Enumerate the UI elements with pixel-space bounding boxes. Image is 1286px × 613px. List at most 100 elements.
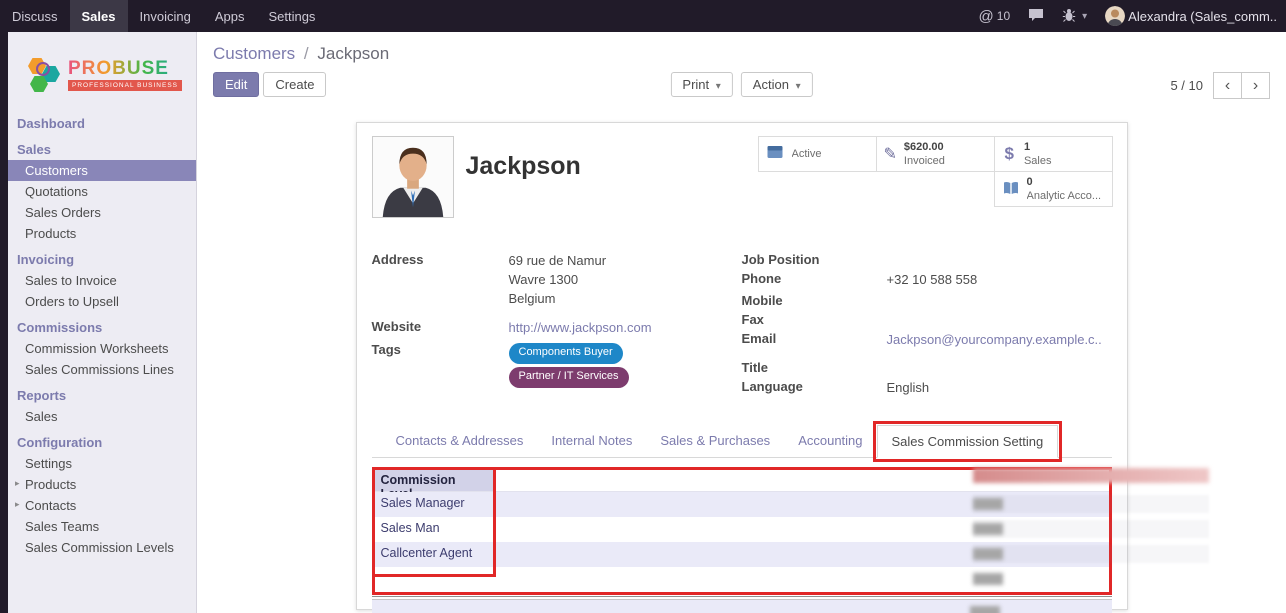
table-header-row: Commission Level xyxy=(375,470,1109,492)
sidebar-header-invoicing[interactable]: Invoicing xyxy=(8,249,196,270)
invoiced-value: $620.00 xyxy=(904,141,944,153)
dollar-icon: $ xyxy=(1002,144,1017,164)
breadcrumb-separator: / xyxy=(300,44,313,63)
menu-settings[interactable]: Settings xyxy=(256,0,327,32)
create-button[interactable]: Create xyxy=(263,72,326,97)
sidebar-header-sales[interactable]: Sales xyxy=(8,139,196,160)
sidebar-item-settings[interactable]: Settings xyxy=(8,453,196,474)
tab-accounting[interactable]: Accounting xyxy=(784,425,876,457)
sidebar-header-dashboard[interactable]: Dashboard xyxy=(8,113,196,134)
mentions-button[interactable]: @ 10 xyxy=(970,0,1020,32)
print-dropdown-button[interactable]: Print ▾ xyxy=(670,72,732,97)
sidebar-header-configuration[interactable]: Configuration xyxy=(8,432,196,453)
breadcrumb-customers-link[interactable]: Customers xyxy=(213,44,295,63)
sidebar-item-sales-orders[interactable]: Sales Orders xyxy=(8,202,196,223)
main-panel: Customers / Jackpson Edit Create Print ▾… xyxy=(197,32,1286,613)
ledger-book-icon xyxy=(1002,180,1020,199)
table-row[interactable]: Sales Man xyxy=(375,517,1109,542)
sidebar-item-sales-commission-levels[interactable]: Sales Commission Levels xyxy=(8,537,196,558)
print-label: Print xyxy=(682,77,709,92)
website-label: Website xyxy=(372,319,509,338)
sidebar-item-label: Products xyxy=(25,477,76,492)
table-row[interactable] xyxy=(372,600,1112,613)
commission-level-cell: Callcenter Agent xyxy=(375,542,495,567)
invoiced-label: Invoiced xyxy=(904,155,945,167)
menu-invoicing[interactable]: Invoicing xyxy=(128,0,203,32)
address-value: 69 rue de Namur Wavre 1300 Belgium xyxy=(509,252,607,309)
left-field-column: Address 69 rue de Namur Wavre 1300 Belgi… xyxy=(372,252,742,401)
table-row[interactable]: Sales Manager xyxy=(375,492,1109,517)
address-label: Address xyxy=(372,252,509,309)
redacted-region xyxy=(970,606,1000,613)
active-toggle-icon xyxy=(766,144,785,164)
active-stat-button[interactable]: Active xyxy=(758,136,877,172)
sidebar-header-commissions[interactable]: Commissions xyxy=(8,317,196,338)
stat-buttons: Active ✎ $620.00 Invoiced $ 1 Sales xyxy=(759,137,1113,207)
redacted-region xyxy=(973,573,1003,585)
sidebar-item-products[interactable]: Products xyxy=(8,223,196,244)
analytic-count-value: 0 xyxy=(1027,176,1033,188)
user-avatar xyxy=(1105,6,1125,26)
sales-stat-button[interactable]: $ 1 Sales xyxy=(994,136,1113,172)
table-row[interactable]: Callcenter Agent xyxy=(375,542,1109,567)
invoiced-stat-button[interactable]: ✎ $620.00 Invoiced xyxy=(876,136,995,172)
pencil-icon: ✎ xyxy=(884,144,897,164)
tag-partner-it-services: Partner / IT Services xyxy=(509,367,629,388)
action-dropdown-button[interactable]: Action ▾ xyxy=(741,72,813,97)
breadcrumb: Customers / Jackpson xyxy=(197,32,1286,66)
user-menu[interactable]: Alexandra (Sales_comm.. xyxy=(1096,0,1286,32)
redacted-region xyxy=(973,468,1209,483)
expand-arrow-icon: ▸ xyxy=(15,478,20,489)
phone-value: +32 10 588 558 xyxy=(887,271,978,290)
analytic-stat-button[interactable]: 0 Analytic Acco... xyxy=(994,171,1113,207)
sidebar-item-config-contacts[interactable]: ▸ Contacts xyxy=(8,495,196,516)
top-navbar: Discuss Sales Invoicing Apps Settings @ … xyxy=(0,0,1286,32)
sidebar-item-config-products[interactable]: ▸ Products xyxy=(8,474,196,495)
pager-previous-button[interactable]: ‹ xyxy=(1213,72,1242,99)
edit-button[interactable]: Edit xyxy=(213,72,259,97)
menu-discuss[interactable]: Discuss xyxy=(0,0,70,32)
pager-next-button[interactable]: › xyxy=(1241,72,1270,99)
record-title: Jackpson xyxy=(466,152,581,218)
menu-apps[interactable]: Apps xyxy=(203,0,257,32)
tab-sales-commission-setting[interactable]: Sales Commission Setting xyxy=(877,425,1059,458)
commission-level-column-header: Commission Level xyxy=(375,470,495,491)
right-field-column: Job Position Phone +32 10 588 558 Mobile… xyxy=(742,252,1112,401)
commission-level-cell: Sales Manager xyxy=(375,492,495,517)
sidebar: PROBUSE PROFESSIONAL BUSINESS Dashboard … xyxy=(0,32,197,613)
mobile-label: Mobile xyxy=(742,293,887,309)
tab-contacts-addresses[interactable]: Contacts & Addresses xyxy=(382,425,538,457)
control-panel: Edit Create Print ▾ Action ▾ 5 / 10 ‹ › xyxy=(197,66,1286,108)
sidebar-item-commission-worksheets[interactable]: Commission Worksheets xyxy=(8,338,196,359)
sidebar-header-reports[interactable]: Reports xyxy=(8,385,196,406)
probuse-logo[interactable]: PROBUSE PROFESSIONAL BUSINESS xyxy=(8,46,196,108)
contact-photo xyxy=(372,136,454,218)
sidebar-item-reports-sales[interactable]: Sales xyxy=(8,406,196,427)
caret-down-icon: ▾ xyxy=(716,81,721,92)
table-row[interactable] xyxy=(375,567,1109,592)
website-link[interactable]: http://www.jackpson.com xyxy=(509,319,652,338)
caret-down-icon: ▾ xyxy=(796,81,801,92)
sidebar-item-customers[interactable]: Customers xyxy=(8,160,196,181)
sidebar-item-sales-teams[interactable]: Sales Teams xyxy=(8,516,196,537)
chevron-down-icon: ▾ xyxy=(1082,11,1087,22)
fax-label: Fax xyxy=(742,312,887,328)
sidebar-item-sales-to-invoice[interactable]: Sales to Invoice xyxy=(8,270,196,291)
sidebar-item-sales-commissions-lines[interactable]: Sales Commissions Lines xyxy=(8,359,196,380)
tab-sales-purchases[interactable]: Sales & Purchases xyxy=(646,425,784,457)
redacted-region xyxy=(973,520,1209,538)
user-name-label: Alexandra (Sales_comm.. xyxy=(1128,9,1277,24)
menu-sales[interactable]: Sales xyxy=(70,0,128,32)
messages-button[interactable] xyxy=(1019,0,1053,32)
sidebar-item-orders-to-upsell[interactable]: Orders to Upsell xyxy=(8,291,196,312)
sales-count-label: Sales xyxy=(1024,155,1052,167)
breadcrumb-current: Jackpson xyxy=(317,44,389,63)
commission-level-cell: Sales Man xyxy=(375,517,495,542)
job-position-label: Job Position xyxy=(742,252,887,268)
email-link[interactable]: Jackpson@yourcompany.example.c.. xyxy=(887,331,1102,350)
tab-internal-notes[interactable]: Internal Notes xyxy=(537,425,646,457)
sidebar-item-quotations[interactable]: Quotations xyxy=(8,181,196,202)
debug-menu-button[interactable]: ▾ xyxy=(1053,0,1096,32)
logo-subtitle: PROFESSIONAL BUSINESS xyxy=(68,80,182,91)
bug-icon xyxy=(1062,8,1076,25)
